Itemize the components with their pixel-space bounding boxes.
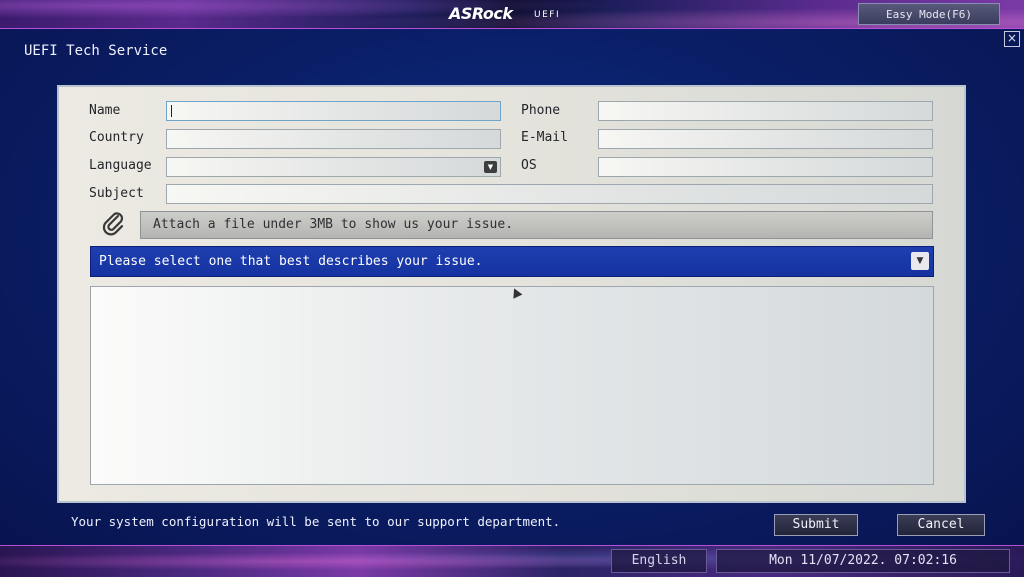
os-field[interactable] — [598, 157, 933, 177]
language-select[interactable]: ▼ — [166, 157, 501, 177]
close-icon[interactable]: × — [1004, 31, 1020, 47]
email-field[interactable] — [598, 129, 933, 149]
language-button[interactable]: English — [611, 549, 707, 573]
phone-field[interactable] — [598, 101, 933, 121]
language-label: Language — [89, 158, 152, 173]
paperclip-icon-svg — [102, 212, 124, 236]
paperclip-icon[interactable] — [101, 210, 127, 244]
email-label: E-Mail — [521, 130, 568, 145]
text-caret — [171, 105, 172, 117]
submit-button[interactable]: Submit — [774, 514, 858, 536]
issue-description-textarea[interactable] — [90, 286, 934, 485]
easy-mode-button[interactable]: Easy Mode(F6) — [858, 3, 1000, 25]
phone-label: Phone — [521, 103, 561, 118]
name-field[interactable] — [166, 101, 501, 121]
subject-field[interactable] — [166, 184, 933, 204]
issue-category-label: Please select one that best describes yo… — [99, 254, 483, 269]
chevron-down-icon[interactable]: ▼ — [484, 161, 497, 173]
os-label: OS — [521, 158, 537, 173]
chevron-down-icon[interactable]: ▼ — [911, 252, 929, 270]
attach-file-button[interactable]: Attach a file under 3MB to show us your … — [140, 211, 933, 239]
name-label: Name — [89, 103, 121, 118]
asrock-logo: ASRock — [449, 4, 513, 23]
subject-label: Subject — [89, 186, 144, 201]
cancel-button[interactable]: Cancel — [897, 514, 985, 536]
issue-category-select[interactable]: Please select one that best describes yo… — [90, 246, 934, 277]
page-title: UEFI Tech Service — [24, 43, 168, 59]
support-notice: Your system configuration will be sent t… — [71, 514, 561, 529]
datetime-display: Mon 11/07/2022. 07:02:16 — [716, 549, 1010, 573]
country-label: Country — [89, 130, 144, 145]
uefi-logo-text: UEFI — [534, 10, 561, 20]
country-field[interactable] — [166, 129, 501, 149]
